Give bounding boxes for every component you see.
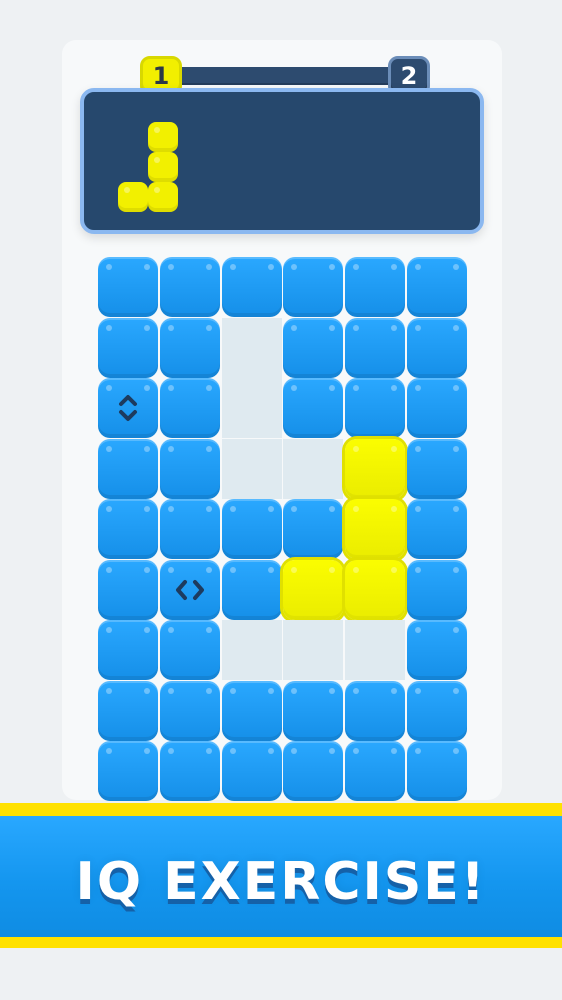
board-tile[interactable]	[221, 559, 282, 620]
board-tile[interactable]	[221, 741, 282, 801]
game-board[interactable]	[98, 257, 468, 801]
board-tile[interactable]	[345, 680, 406, 741]
filled-piece-cell[interactable]	[345, 559, 406, 620]
board-tile[interactable]	[283, 741, 344, 801]
board-tile[interactable]	[345, 741, 406, 801]
banner-bottom-stripe	[0, 937, 562, 948]
board-tile[interactable]	[98, 741, 158, 801]
empty-board-cell	[283, 620, 344, 680]
filled-piece-cell[interactable]	[345, 499, 406, 559]
board-tile[interactable]	[407, 680, 467, 741]
board-tile[interactable]	[98, 438, 158, 499]
board-tile[interactable]	[345, 378, 406, 438]
target-piece-cell	[148, 152, 178, 182]
board-tile[interactable]	[98, 317, 158, 378]
board-tile[interactable]	[283, 378, 344, 438]
board-tile[interactable]	[407, 741, 467, 801]
board-tile[interactable]	[407, 257, 467, 317]
board-tile[interactable]	[159, 741, 220, 801]
empty-board-cell	[221, 317, 282, 378]
board-tile[interactable]	[159, 499, 220, 559]
board-tile[interactable]	[283, 499, 344, 559]
board-tile[interactable]	[283, 317, 344, 378]
board-tile[interactable]	[221, 257, 282, 317]
board-tile[interactable]	[407, 620, 467, 680]
banner-top-stripe	[0, 803, 562, 816]
empty-board-cell	[221, 620, 282, 680]
banner-title: IQ EXERCISE!	[75, 852, 487, 912]
board-tile[interactable]	[221, 680, 282, 741]
board-tile[interactable]	[98, 378, 158, 438]
target-piece-cell	[148, 182, 178, 212]
board-tile[interactable]	[407, 438, 467, 499]
target-piece-cell	[118, 182, 148, 212]
board-tile[interactable]	[159, 438, 220, 499]
board-tile[interactable]	[407, 559, 467, 620]
board-tile[interactable]	[407, 378, 467, 438]
board-tile[interactable]	[159, 620, 220, 680]
board-tile[interactable]	[159, 257, 220, 317]
board-tile[interactable]	[283, 257, 344, 317]
progress-track	[158, 67, 410, 85]
target-piece-preview	[80, 88, 484, 234]
board-tile[interactable]	[345, 317, 406, 378]
target-piece-cell	[148, 122, 178, 152]
filled-piece-cell[interactable]	[345, 438, 406, 499]
empty-board-cell	[221, 438, 282, 499]
empty-board-cell	[345, 620, 406, 680]
board-tile[interactable]	[159, 680, 220, 741]
board-tile[interactable]	[407, 499, 467, 559]
board-tile[interactable]	[159, 378, 220, 438]
board-tile[interactable]	[98, 680, 158, 741]
empty-board-cell	[283, 438, 344, 499]
filled-piece-cell[interactable]	[283, 559, 344, 620]
board-tile[interactable]	[407, 317, 467, 378]
board-tile[interactable]	[345, 257, 406, 317]
board-tile[interactable]	[221, 499, 282, 559]
board-tile[interactable]	[159, 559, 220, 620]
promo-banner: IQ EXERCISE!	[0, 803, 562, 948]
empty-board-cell	[221, 378, 282, 438]
board-tile[interactable]	[283, 680, 344, 741]
board-tile[interactable]	[98, 257, 158, 317]
board-tile[interactable]	[98, 559, 158, 620]
board-tile[interactable]	[98, 499, 158, 559]
board-tile[interactable]	[98, 620, 158, 680]
board-tile[interactable]	[159, 317, 220, 378]
